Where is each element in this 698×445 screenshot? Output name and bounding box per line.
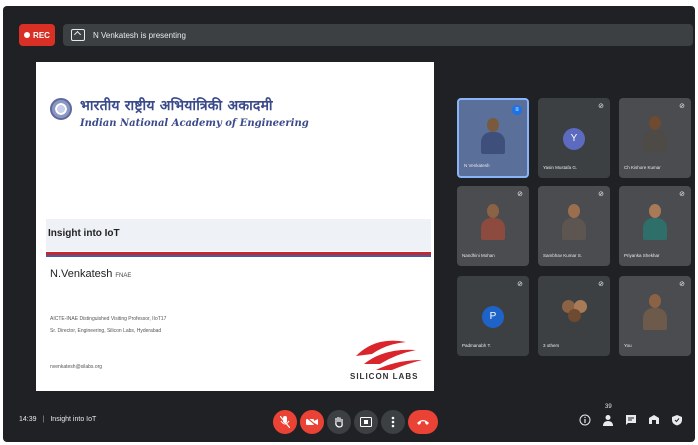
end-call-button[interactable]: [408, 410, 438, 434]
activities-button[interactable]: [647, 414, 661, 428]
camera-off-icon: [306, 417, 318, 427]
people-icon: [603, 415, 613, 426]
recording-dot-icon: [24, 32, 31, 38]
bottom-bar: 14:39 | Insight into IoT 39: [3, 404, 695, 442]
mic-muted-icon: ⊘: [598, 103, 604, 110]
more-options-icon: [391, 416, 395, 428]
participant-video: [481, 204, 505, 240]
participant-tile[interactable]: ⊘ Priyanka Shekhar: [619, 186, 691, 266]
presenting-banner: N Venkatesh is presenting: [63, 24, 693, 46]
participant-video: [643, 294, 667, 330]
meeting-details-button[interactable]: [578, 414, 592, 428]
chat-button[interactable]: [624, 414, 638, 428]
participant-tile[interactable]: ⊘ 3 others: [538, 276, 610, 356]
info-divider: |: [42, 416, 45, 423]
participant-video: [562, 204, 586, 240]
meeting-info: 14:39 | Insight into IoT: [19, 416, 96, 423]
speaker-suffix: FNAE: [115, 273, 132, 279]
mic-muted-icon: ⊘: [598, 281, 604, 288]
meet-window: REC N Venkatesh is presenting भारतीय राष…: [3, 6, 695, 442]
present-now-button[interactable]: [354, 410, 378, 434]
present-icon: [360, 417, 372, 427]
inae-emblem-icon: [50, 98, 72, 120]
speaker-line: N.Venkatesh FNAE: [50, 268, 131, 280]
participant-avatar: [568, 309, 581, 322]
end-call-icon: [417, 420, 429, 425]
participant-video: [643, 204, 667, 240]
presenter-text: N Venkatesh is presenting: [93, 30, 186, 40]
meeting-title: Insight into IoT: [50, 416, 97, 423]
participant-name: Priyanka Shekhar: [624, 253, 660, 258]
participant-name: N Venkatesh: [464, 163, 490, 168]
speaking-indicator-icon: ≡: [512, 105, 522, 115]
participant-tile[interactable]: ≡ N Venkatesh: [457, 98, 529, 178]
academy-english-title: Indian National Academy of Engineering: [80, 118, 309, 129]
recording-badge[interactable]: REC: [19, 24, 55, 46]
mic-muted-icon: ⊘: [517, 281, 523, 288]
silicon-labs-text: SILICON LABS: [350, 372, 419, 381]
academy-hindi-title: भारतीय राष्ट्रीय अभियांत्रिकी अकादमी: [80, 98, 273, 114]
affiliation-2: Sr. Director, Engineering, Silicon Labs,…: [50, 328, 162, 334]
people-button[interactable]: [601, 414, 615, 428]
participant-tile[interactable]: ⊘ Nandhini Mohan: [457, 186, 529, 266]
mic-muted-icon: ⊘: [679, 103, 685, 110]
meeting-time: 14:39: [19, 416, 37, 423]
chat-icon: [626, 415, 636, 425]
contact-email: nvenkatesh@silabs.org: [50, 364, 103, 370]
mic-muted-icon: ⊘: [517, 191, 523, 198]
host-controls-button[interactable]: [670, 414, 684, 428]
participant-video: [643, 116, 667, 152]
top-bar: REC N Venkatesh is presenting: [3, 6, 695, 56]
participant-name: Padmanabh T.: [462, 343, 491, 348]
mic-muted-icon: ⊘: [679, 281, 685, 288]
present-screen-icon: [71, 29, 85, 41]
participant-avatar: Y: [563, 128, 585, 150]
mic-off-icon: [280, 416, 290, 428]
participant-tile[interactable]: P ⊘ Padmanabh T.: [457, 276, 529, 356]
talk-title: Insight into IoT: [48, 228, 120, 239]
affiliation-1: AICTE-INAE Distinguished Visiting Profes…: [50, 316, 167, 322]
others-avatar-group: [562, 300, 588, 322]
people-count: 39: [605, 404, 612, 410]
info-icon: [579, 414, 591, 426]
shared-presentation: भारतीय राष्ट्रीय अभियांत्रिकी अकादमी Ind…: [36, 62, 434, 391]
participant-tile[interactable]: ⊘ Ch Kishore Kumar: [619, 98, 691, 178]
raise-hand-button[interactable]: [327, 410, 351, 434]
mic-toggle-button[interactable]: [273, 410, 297, 434]
participant-name: Sambhav Kumar S.: [543, 253, 583, 258]
participant-tile[interactable]: ⊘ You: [619, 276, 691, 356]
participant-tile[interactable]: Y ⊘ Yasin Mustafa G.: [538, 98, 610, 178]
title-rule-blue: [46, 255, 431, 257]
participant-tile[interactable]: ⊘ Sambhav Kumar S.: [538, 186, 610, 266]
participant-avatar: P: [482, 306, 504, 328]
participant-video: [481, 118, 505, 154]
participant-name: You: [624, 343, 632, 348]
rec-label: REC: [33, 30, 50, 40]
host-controls-icon: [672, 415, 682, 426]
camera-toggle-button[interactable]: [300, 410, 324, 434]
participant-name: 3 others: [543, 343, 560, 348]
mic-muted-icon: ⊘: [679, 191, 685, 198]
speaker-name: N.Venkatesh: [50, 268, 113, 280]
more-options-button[interactable]: [381, 410, 405, 434]
participant-name: Nandhini Mohan: [462, 253, 495, 258]
participant-name: Yasin Mustafa G.: [543, 165, 578, 170]
activities-icon: [649, 415, 659, 424]
participant-name: Ch Kishore Kumar: [624, 165, 661, 170]
raise-hand-icon: [335, 417, 343, 428]
silicon-labs-logo-icon: [356, 340, 422, 370]
mic-muted-icon: ⊘: [598, 191, 604, 198]
